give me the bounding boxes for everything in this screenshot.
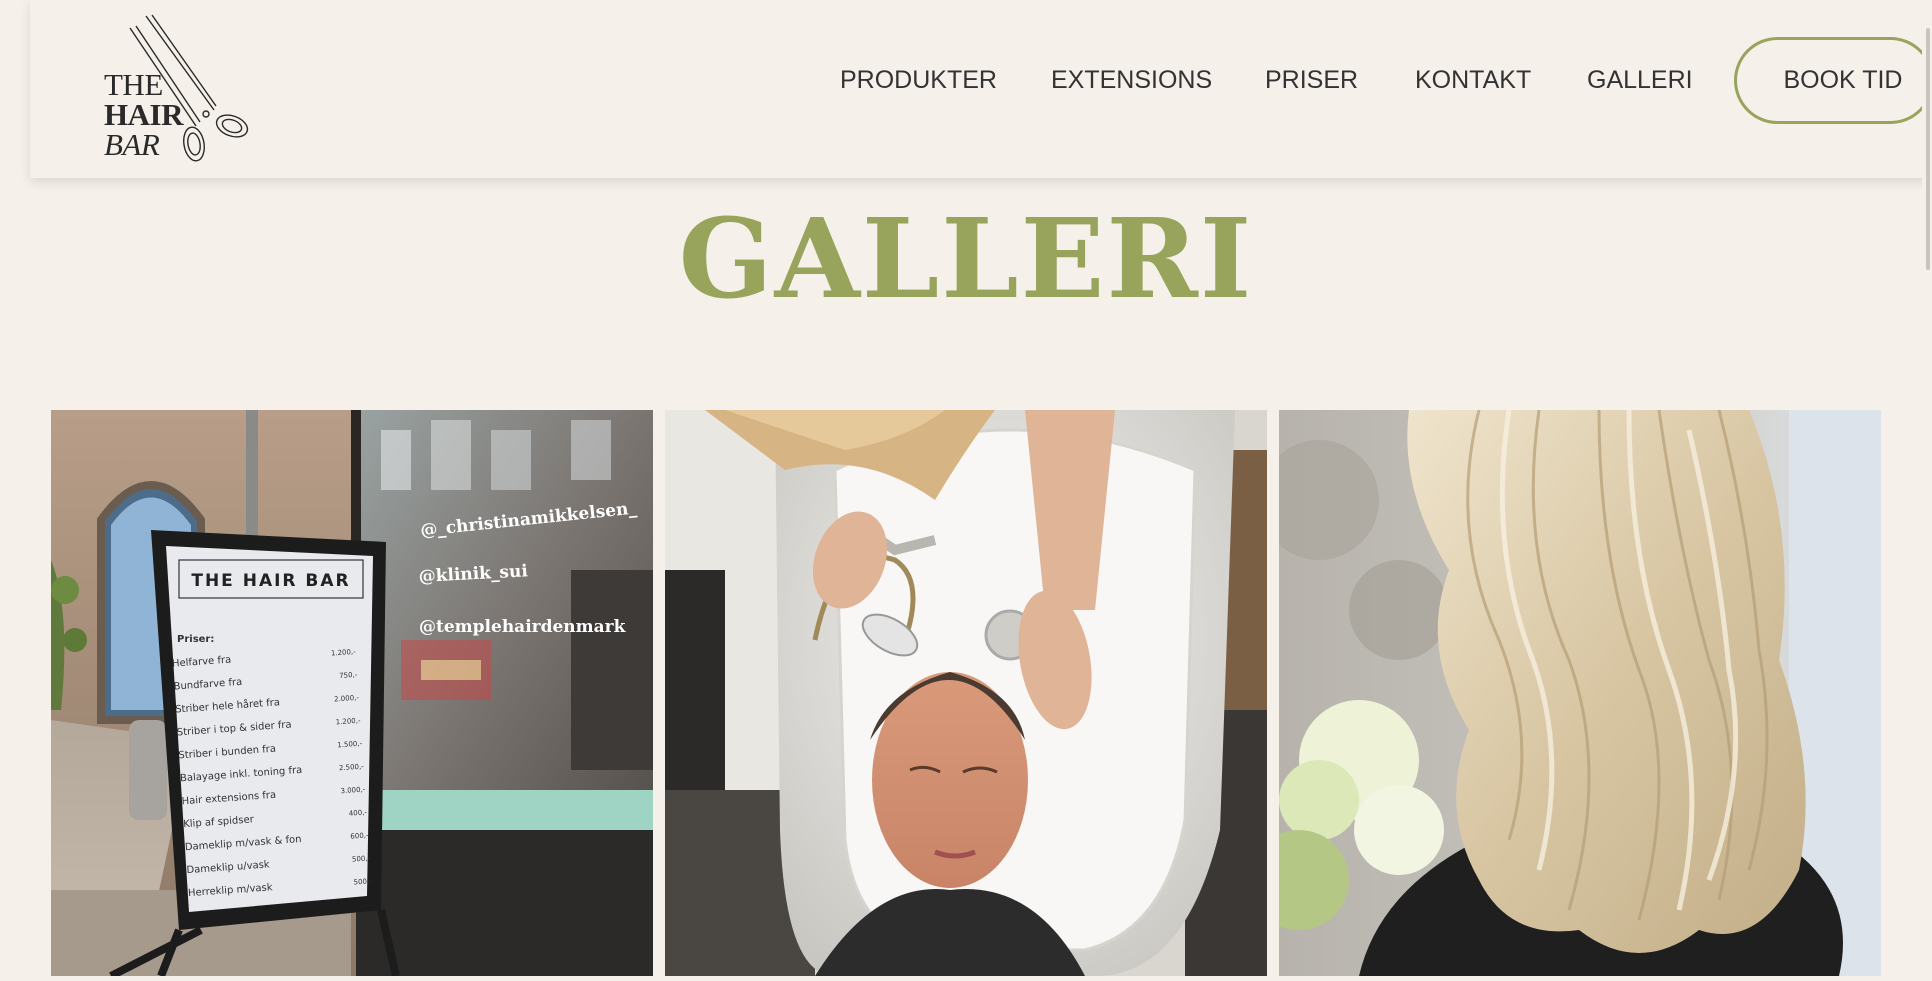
scrollbar-thumb[interactable]	[1926, 28, 1930, 270]
book-tid-button[interactable]: BOOK TID	[1734, 37, 1932, 124]
nav-item-extensions[interactable]: EXTENSIONS	[1051, 66, 1212, 95]
scrollbar[interactable]	[1922, 0, 1932, 981]
gallery-image-blonde-hair[interactable]	[1279, 410, 1881, 976]
sign-row-price: 750,-	[339, 671, 358, 680]
sign-row-price: 600,-	[350, 831, 369, 840]
storefront-photo: THE HAIR BAR Priser: Helfarve fra Bundfa…	[51, 410, 653, 976]
nav-item-produkter[interactable]: PRODUKTER	[840, 66, 997, 95]
sign-row-price: 400,-	[349, 808, 368, 817]
nav-item-kontakt[interactable]: KONTAKT	[1415, 66, 1531, 95]
main-nav: PRODUKTER EXTENSIONS PRISER KONTAKT GALL…	[30, 66, 1932, 96]
sign-row-price: 500,-	[352, 854, 371, 863]
window-handle: @templehairdenmark	[419, 617, 627, 637]
logo-line-hair: HAIR	[104, 97, 183, 132]
sign-row-price: 500,-	[353, 877, 372, 886]
sign-title: THE HAIR BAR	[191, 571, 350, 591]
gallery-image-hairwash[interactable]	[665, 410, 1267, 976]
blonde-hair-photo	[1279, 410, 1881, 976]
nav-item-priser[interactable]: PRISER	[1265, 66, 1358, 95]
nav-item-galleri[interactable]: GALLERI	[1587, 66, 1693, 95]
site-header: THE HAIR BAR PRODUKTER EXTENSIONS PRISER…	[30, 0, 1932, 178]
page-bottom-edge	[0, 976, 1932, 981]
logo-line-bar: BAR	[104, 127, 160, 162]
gallery-image-storefront[interactable]: THE HAIR BAR Priser: Helfarve fra Bundfa…	[51, 410, 653, 976]
hairwash-photo	[665, 410, 1267, 976]
sign-heading: Priser:	[177, 634, 214, 645]
page-title: GALLERI	[678, 194, 1254, 323]
